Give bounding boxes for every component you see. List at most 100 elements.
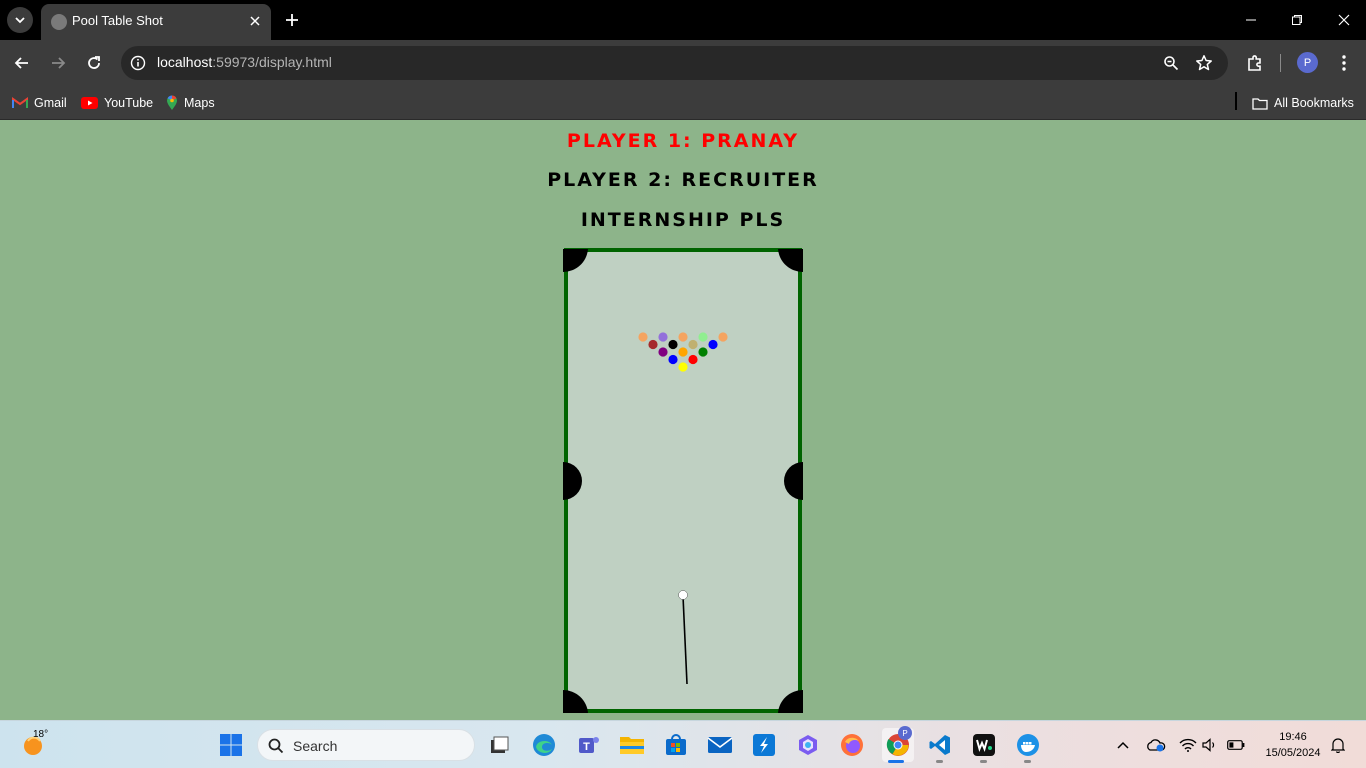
copilot-icon[interactable] xyxy=(794,731,822,759)
bookmark-label: YouTube xyxy=(104,96,154,110)
search-placeholder: Search xyxy=(293,738,338,754)
close-icon xyxy=(250,16,260,26)
bookmarks-separator xyxy=(1235,92,1237,110)
object-ball xyxy=(688,354,698,365)
bookmark-star-icon[interactable] xyxy=(1194,53,1214,73)
toolbar-separator xyxy=(1280,54,1281,72)
firefox-icon[interactable] xyxy=(838,731,866,759)
all-bookmarks-button[interactable]: All Bookmarks xyxy=(1252,92,1354,114)
weather-temperature: 18° xyxy=(33,729,49,740)
system-clock[interactable]: 19:46 15/05/2024 xyxy=(1258,729,1328,761)
docker-icon[interactable] xyxy=(1014,731,1042,759)
menu-button[interactable] xyxy=(1332,51,1356,75)
chrome-profile-badge: P xyxy=(898,726,912,740)
bookmark-gmail[interactable]: Gmail xyxy=(12,92,67,114)
close-icon xyxy=(1338,14,1350,26)
windows-start-icon[interactable] xyxy=(219,733,243,757)
tab-strip: Pool Table Shot xyxy=(0,0,1366,40)
browser-toolbar: localhost:59973/display.html P xyxy=(0,40,1366,86)
edge-icon[interactable] xyxy=(530,731,558,759)
teams-icon[interactable]: T xyxy=(575,731,603,759)
player-2-label: PLAYER 2: RECRUITER xyxy=(547,169,819,191)
notification-bell-icon[interactable] xyxy=(1328,735,1348,755)
arrow-right-icon xyxy=(52,57,66,69)
tab-search-button[interactable] xyxy=(7,7,33,33)
tab-title: Pool Table Shot xyxy=(72,13,163,28)
pool-table[interactable] xyxy=(561,247,805,717)
battery-icon[interactable] xyxy=(1226,735,1246,755)
bookmark-label: Maps xyxy=(184,96,215,110)
bookmark-maps[interactable]: Maps xyxy=(166,92,215,114)
url-path: :59973/display.html xyxy=(212,54,332,70)
arrow-left-icon xyxy=(14,57,28,69)
object-ball xyxy=(678,362,688,372)
all-bookmarks-label: All Bookmarks xyxy=(1274,96,1354,110)
message-heading: INTERNSHIP PLS xyxy=(580,209,786,231)
restore-icon xyxy=(1292,15,1302,25)
extensions-button[interactable] xyxy=(1243,51,1267,75)
reload-button[interactable] xyxy=(82,51,106,75)
taskbar-search[interactable]: Search xyxy=(257,729,475,761)
object-ball xyxy=(698,347,708,357)
object-ball xyxy=(668,339,678,350)
plus-icon xyxy=(286,14,298,26)
svg-text:T: T xyxy=(583,741,590,753)
volume-icon[interactable] xyxy=(1200,735,1220,755)
object-ball xyxy=(648,339,658,350)
bookmark-label: Gmail xyxy=(34,96,67,110)
search-icon xyxy=(268,738,284,754)
minimize-icon xyxy=(1246,19,1256,21)
task-view-icon[interactable] xyxy=(485,731,513,759)
youtube-icon xyxy=(81,97,98,109)
close-window-button[interactable] xyxy=(1331,8,1357,32)
page-content: PLAYER 1: PRANAY PLAYER 2: RECRUITER INT… xyxy=(0,121,1366,720)
reload-icon xyxy=(88,56,100,69)
object-ball xyxy=(688,339,698,350)
vscode-open-indicator xyxy=(936,760,943,763)
gmail-icon xyxy=(12,97,28,108)
clock-time: 19:46 xyxy=(1279,731,1307,743)
folder-icon xyxy=(1252,97,1268,110)
onedrive-icon[interactable] xyxy=(1146,735,1166,755)
object-ball xyxy=(658,332,668,342)
vscode-icon[interactable] xyxy=(926,731,954,759)
object-ball xyxy=(698,332,708,342)
forward-button[interactable] xyxy=(46,51,70,75)
webstorm-icon[interactable] xyxy=(970,731,998,759)
object-ball xyxy=(658,347,668,357)
address-bar[interactable]: localhost:59973/display.html xyxy=(121,46,1228,80)
object-ball xyxy=(718,332,728,342)
site-info-icon[interactable] xyxy=(129,54,147,72)
docker-open-indicator xyxy=(1024,760,1031,763)
mail-icon[interactable] xyxy=(706,731,734,759)
file-explorer-icon[interactable] xyxy=(618,731,646,759)
table-felt xyxy=(564,248,802,713)
player-1-label: PLAYER 1: PRANAY xyxy=(566,130,800,152)
microsoft-store-icon[interactable] xyxy=(662,731,690,759)
bookmark-youtube[interactable]: YouTube xyxy=(81,92,153,114)
profile-avatar[interactable]: P xyxy=(1297,52,1318,73)
restore-button[interactable] xyxy=(1284,8,1310,32)
more-vertical-icon xyxy=(1342,55,1346,71)
puzzle-icon xyxy=(1248,55,1261,71)
zoom-icon[interactable] xyxy=(1161,53,1181,73)
chrome-icon[interactable]: P xyxy=(882,726,914,762)
object-ball xyxy=(638,332,648,342)
object-ball xyxy=(678,332,688,342)
wifi-icon[interactable] xyxy=(1178,735,1198,755)
globe-icon xyxy=(51,14,67,30)
tab-close-button[interactable] xyxy=(246,12,264,30)
cue-ball[interactable] xyxy=(678,590,688,600)
webstorm-open-indicator xyxy=(980,760,987,763)
sourcetree-icon[interactable] xyxy=(750,731,778,759)
object-ball xyxy=(668,354,678,365)
maps-icon xyxy=(167,95,177,110)
new-tab-button[interactable] xyxy=(281,9,303,31)
minimize-button[interactable] xyxy=(1238,8,1264,32)
object-ball xyxy=(708,339,718,350)
tab-active[interactable]: Pool Table Shot xyxy=(41,4,271,40)
back-button[interactable] xyxy=(10,51,34,75)
chevron-up-icon[interactable] xyxy=(1113,735,1133,755)
url-host: localhost xyxy=(157,54,213,70)
chrome-active-indicator xyxy=(888,760,904,763)
